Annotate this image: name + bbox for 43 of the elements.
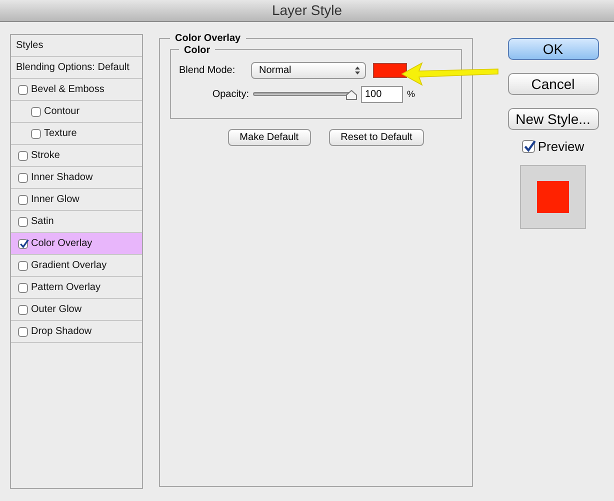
style-item[interactable]: Styles — [11, 35, 142, 57]
dialog-button[interactable]: New Style... — [508, 108, 598, 130]
opacity-field[interactable]: 100 — [361, 86, 403, 103]
checkbox[interactable] — [18, 304, 28, 314]
checkbox[interactable] — [18, 238, 28, 248]
opacity-label: Opacity: — [211, 88, 250, 102]
checkbox[interactable] — [18, 84, 28, 94]
style-item[interactable]: Blending Options: Default — [11, 57, 142, 79]
color-swatch[interactable] — [373, 63, 407, 78]
checkbox[interactable] — [31, 106, 41, 116]
style-item[interactable]: Drop Shadow — [11, 321, 142, 343]
checkbox[interactable] — [18, 260, 28, 270]
style-item[interactable]: Outer Glow — [11, 299, 142, 321]
updown-icon — [355, 66, 360, 75]
blend-mode-dropdown[interactable]: Normal — [251, 62, 366, 79]
style-item[interactable]: Color Overlay — [11, 233, 142, 255]
checkbox[interactable] — [31, 128, 41, 138]
dialog-button[interactable]: Cancel — [508, 73, 598, 95]
checkbox[interactable] — [522, 140, 535, 154]
checkbox[interactable] — [18, 172, 28, 182]
style-item[interactable]: Bevel & Emboss — [11, 79, 142, 101]
opacity-slider[interactable] — [253, 88, 357, 100]
style-item[interactable]: Stroke — [11, 145, 142, 167]
style-item[interactable]: Texture — [11, 123, 142, 145]
percent-unit: % — [407, 88, 416, 101]
style-item[interactable]: Inner Glow — [11, 189, 142, 211]
window-title: Layer Style — [272, 1, 342, 20]
style-item[interactable]: Gradient Overlay — [11, 255, 142, 277]
checkbox[interactable] — [18, 194, 28, 204]
preview-label: Preview — [538, 138, 584, 156]
blend-mode-label: Blend Mode: — [179, 64, 236, 78]
panel-button[interactable]: Make Default — [228, 129, 311, 146]
checkbox[interactable] — [18, 216, 28, 226]
panel-title: Color Overlay — [170, 31, 246, 46]
slider-thumb[interactable] — [346, 90, 357, 100]
checkbox[interactable] — [18, 326, 28, 336]
checkbox[interactable] — [18, 150, 28, 160]
dialog-button[interactable]: OK — [508, 38, 598, 60]
style-item[interactable]: Contour — [11, 101, 142, 123]
panel-button[interactable]: Reset to Default — [328, 129, 424, 146]
style-item[interactable]: Pattern Overlay — [11, 277, 142, 299]
checkbox[interactable] — [18, 282, 28, 292]
style-item[interactable]: Inner Shadow — [11, 167, 142, 189]
